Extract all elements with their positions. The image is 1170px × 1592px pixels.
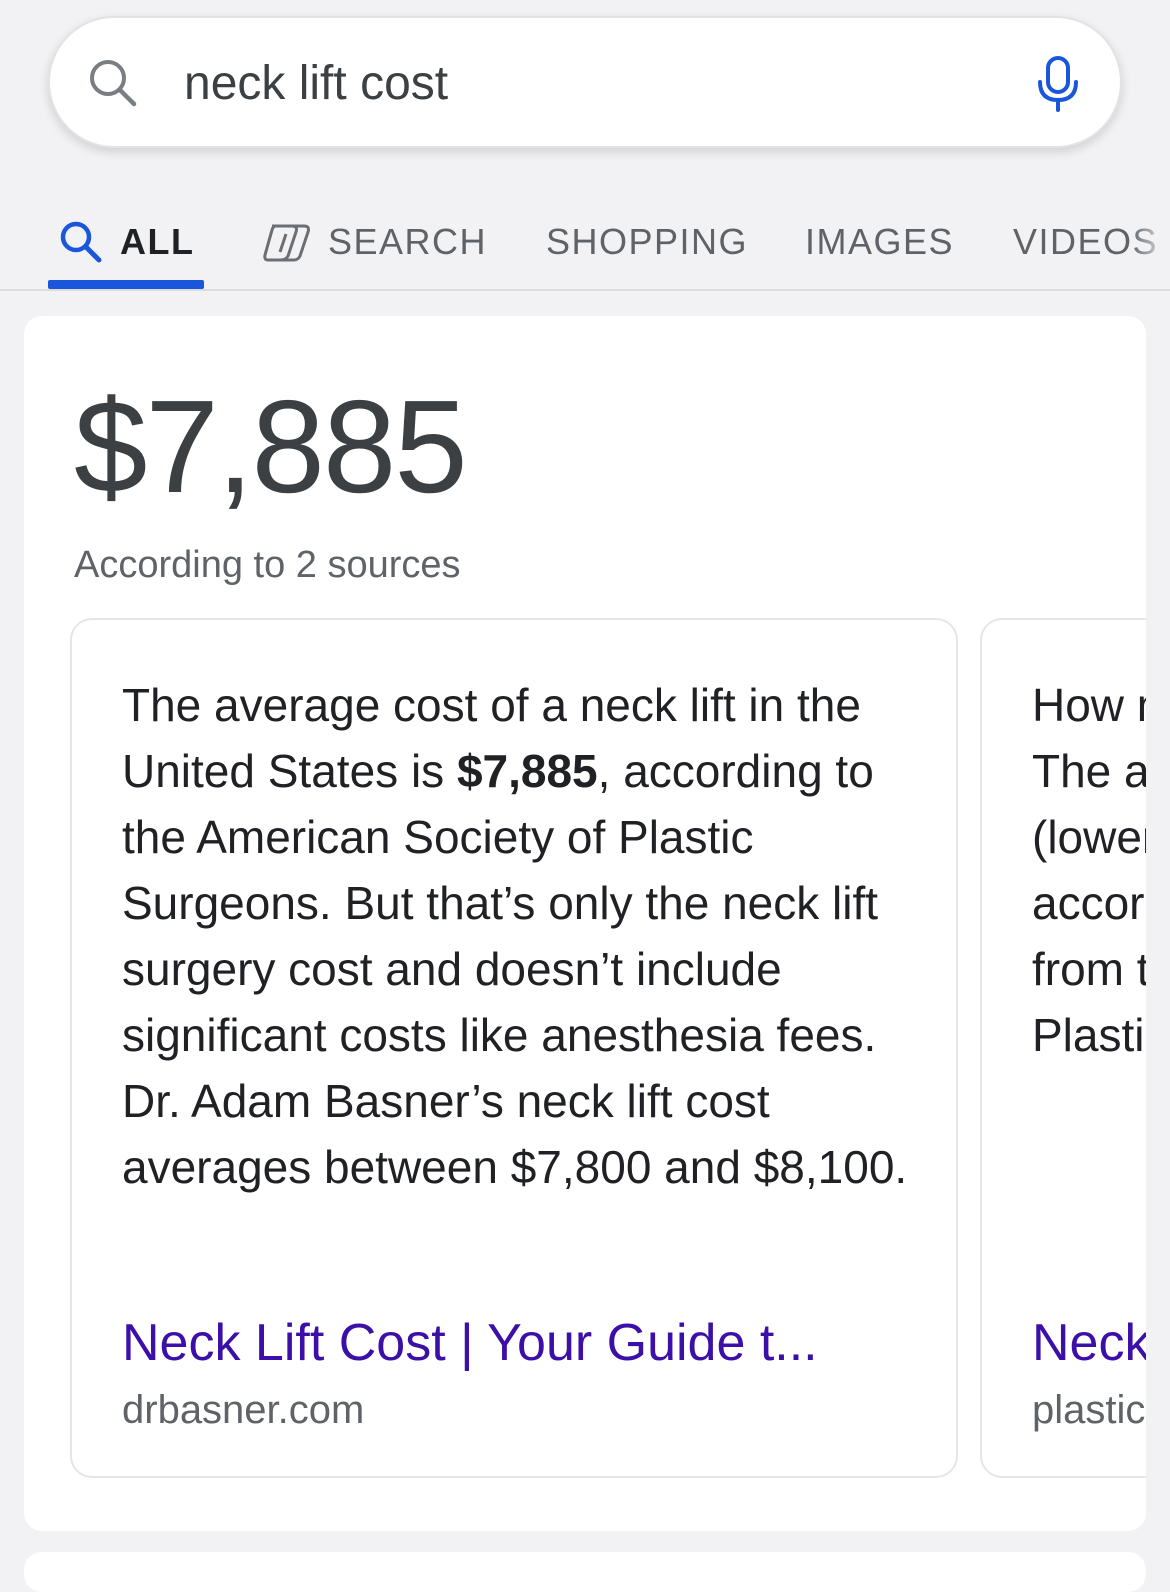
search-icon (58, 219, 104, 265)
snippet-text: , according to the American Society of P… (122, 745, 908, 1193)
snippet-line: The av (1032, 745, 1146, 797)
snippet-line: Plastic (1032, 1009, 1146, 1061)
source-card[interactable]: How m The av (lower accord from th Plast… (980, 618, 1146, 1478)
answer-card: $7,885 According to 2 sources The averag… (24, 316, 1146, 1531)
source-snippet: The average cost of a neck lift in the U… (122, 672, 922, 1200)
tab-label: SHOPPING (546, 221, 749, 262)
snippet-highlight: $7,885 (456, 745, 598, 797)
snippet-line: accord (1032, 877, 1146, 929)
snippet-line: How m (1032, 679, 1146, 731)
source-title-link[interactable]: Neck (1032, 1308, 1146, 1378)
tab-all[interactable]: ALL (58, 212, 194, 272)
tab-label: ALL (120, 221, 195, 262)
search-input[interactable]: neck lift cost (184, 56, 448, 112)
tab-images[interactable]: IMAGES (805, 212, 954, 272)
copilot-icon (262, 222, 312, 262)
search-bar[interactable]: neck lift cost (48, 16, 1122, 148)
source-domain: plastics (1032, 1388, 1146, 1432)
active-tab-indicator (48, 280, 204, 289)
next-result-card (24, 1552, 1146, 1592)
tab-label: IMAGES (805, 221, 955, 262)
source-title-link[interactable]: Neck Lift Cost | Your Guide t... (122, 1308, 818, 1378)
tabs-scroll-fade (1130, 200, 1170, 270)
source-domain: drbasner.com (122, 1388, 365, 1432)
source-card[interactable]: The average cost of a neck lift in the U… (70, 618, 958, 1478)
answer-value: $7,885 (74, 373, 468, 520)
sources-count: According to 2 sources (74, 544, 461, 586)
tabs-divider (0, 289, 1170, 291)
snippet-line: from th (1032, 943, 1146, 995)
tab-search[interactable]: SEARCH (262, 212, 487, 272)
search-icon[interactable] (86, 56, 142, 112)
snippet-line: (lower (1032, 811, 1146, 863)
source-snippet: How m The av (lower accord from th Plast… (1032, 672, 1146, 1068)
tab-shopping[interactable]: SHOPPING (546, 212, 748, 272)
tab-label: SEARCH (328, 221, 488, 262)
microphone-icon[interactable] (1030, 54, 1086, 114)
search-tabs: ALL SEARCH SHOPPING IMAGES VIDEOS (0, 160, 1170, 291)
